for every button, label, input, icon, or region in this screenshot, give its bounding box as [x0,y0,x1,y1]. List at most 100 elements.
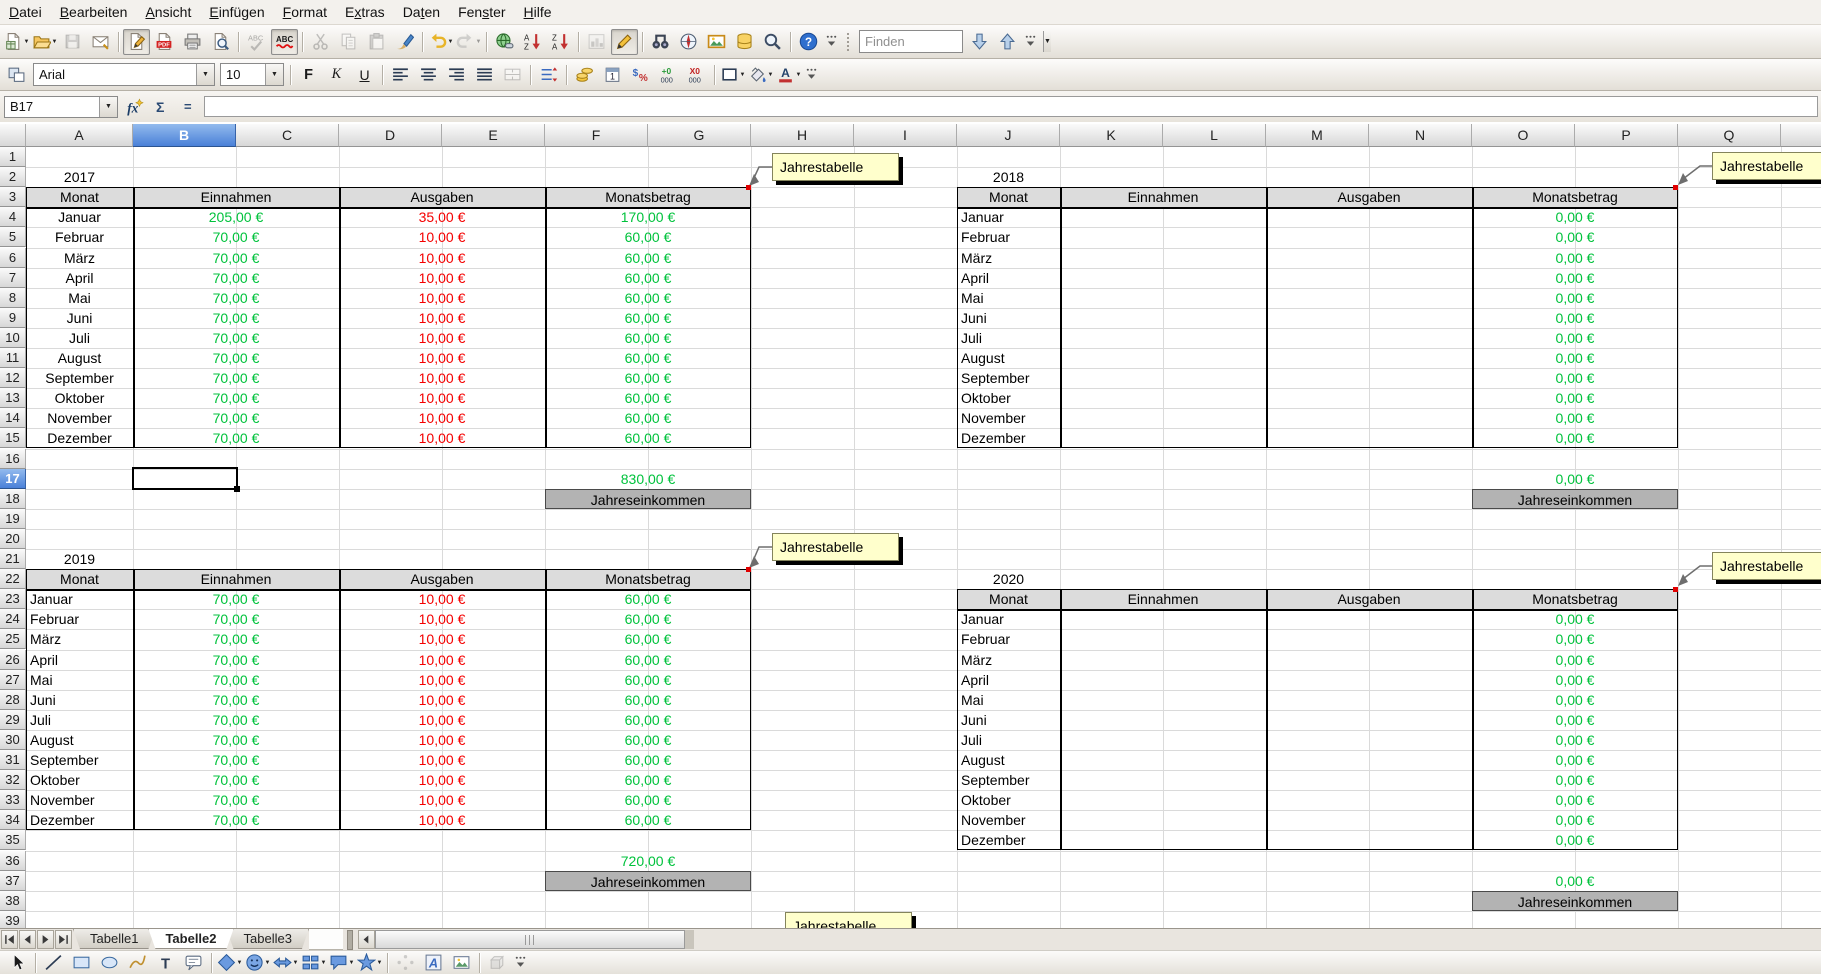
find-combobox[interactable]: ▼ [859,30,963,53]
cell-M13[interactable] [1266,388,1472,408]
add-decimal-place-button[interactable]: +0000 [655,62,682,88]
cell-D26[interactable]: 10,00 € [339,650,545,670]
cell-J15[interactable]: Dezember [957,428,1060,448]
print-button[interactable] [179,29,206,55]
page-preview-button[interactable] [207,29,234,55]
cell-M4[interactable] [1266,207,1472,227]
cell-M26[interactable] [1266,650,1472,670]
cell-B32[interactable]: 70,00 € [133,770,339,790]
cell-M9[interactable] [1266,308,1472,328]
column-header-F[interactable]: F [545,124,648,147]
cell-B34[interactable]: 70,00 € [133,810,339,830]
cell-K8[interactable] [1060,288,1266,308]
cell-K30[interactable] [1060,730,1266,750]
row-header-15[interactable]: 15 [0,428,26,448]
horizontal-scrollbar-track[interactable] [685,930,694,949]
row-header-6[interactable]: 6 [0,248,26,268]
open-button[interactable]: ▼ [31,29,58,55]
row-header-11[interactable]: 11 [0,348,26,368]
cell-M23[interactable]: Ausgaben [1266,589,1472,609]
data-sources-button[interactable] [731,29,758,55]
formula-input-line[interactable] [204,96,1818,117]
find-previous-button[interactable] [994,29,1021,55]
cell-B22[interactable]: Einnahmen [133,569,339,589]
cell-D28[interactable]: 10,00 € [339,690,545,710]
cell-D29[interactable]: 10,00 € [339,710,545,730]
cell-A5[interactable]: Februar [26,227,133,247]
dropdown-arrow-icon[interactable]: ▼ [448,39,454,45]
cell-B29[interactable]: 70,00 € [133,710,339,730]
cell-A13[interactable]: Oktober [26,388,133,408]
cell-J4[interactable]: Januar [957,207,1060,227]
cell-F12[interactable]: 60,00 € [545,368,751,388]
cell-B23[interactable]: 70,00 € [133,589,339,609]
cell-A27[interactable]: Mai [26,670,133,690]
dropdown-arrow-icon[interactable]: ▼ [265,64,283,85]
row-header-38[interactable]: 38 [0,891,26,911]
cell-D24[interactable]: 10,00 € [339,609,545,629]
dropdown-arrow-icon[interactable]: ▼ [377,960,383,966]
menu-extras[interactable]: Extras [336,2,394,22]
column-header-L[interactable]: L [1163,124,1266,147]
function-wizard-button[interactable]: fx [123,96,147,118]
cell-K33[interactable] [1060,790,1266,810]
column-header-H[interactable]: H [751,124,854,147]
insert-from-file-button[interactable] [448,950,475,974]
cell-K29[interactable] [1060,710,1266,730]
cell-D6[interactable]: 10,00 € [339,248,545,268]
cell-F15[interactable]: 60,00 € [545,428,751,448]
cell-O33[interactable]: 0,00 € [1472,790,1678,810]
column-header-A[interactable]: A [26,124,133,147]
cell-A14[interactable]: November [26,408,133,428]
cell-J26[interactable]: März [957,650,1060,670]
dropdown-arrow-icon[interactable]: ▼ [196,64,214,85]
menu-fenster[interactable]: Fenster [449,2,514,22]
dropdown-arrow-icon[interactable]: ▼ [1043,31,1051,52]
tab-scrollbar-splitter[interactable] [347,930,353,950]
ellipse-button[interactable] [96,950,123,974]
dropdown-arrow-icon[interactable]: ▼ [768,72,774,78]
cell-J27[interactable]: April [957,670,1060,690]
cell-M34[interactable] [1266,810,1472,830]
find-next-button[interactable] [966,29,993,55]
cell-O6[interactable]: 0,00 € [1472,248,1678,268]
cell-B13[interactable]: 70,00 € [133,388,339,408]
row-header-34[interactable]: 34 [0,810,26,830]
cell-D11[interactable]: 10,00 € [339,348,545,368]
line-button[interactable] [40,950,67,974]
cell-J23[interactable]: Monat [957,589,1060,609]
cell-A29[interactable]: Juli [26,710,133,730]
cell-J9[interactable]: Juni [957,308,1060,328]
row-header-31[interactable]: 31 [0,750,26,770]
wrap-text-button[interactable] [535,62,562,88]
sheet-tab-tabelle1[interactable]: Tabelle1 [73,929,155,949]
cell-J24[interactable]: Januar [957,609,1060,629]
column-header-B[interactable]: B [133,124,236,147]
cell-O23[interactable]: Monatsbetrag [1472,589,1678,609]
cell-J12[interactable]: September [957,368,1060,388]
cell-M32[interactable] [1266,770,1472,790]
cell-J5[interactable]: Februar [957,227,1060,247]
cell-J25[interactable]: Februar [957,629,1060,649]
block-arrows-button[interactable]: ▼ [272,950,299,974]
cell-A12[interactable]: September [26,368,133,388]
cell-D23[interactable]: 10,00 € [339,589,545,609]
menu-einfgen[interactable]: Einfügen [200,2,273,22]
cell-F34[interactable]: 60,00 € [545,810,751,830]
cell-O34[interactable]: 0,00 € [1472,810,1678,830]
row-header-20[interactable]: 20 [0,529,26,549]
cell-B24[interactable]: 70,00 € [133,609,339,629]
cell-cursor-B17[interactable] [132,467,238,490]
column-header-Q[interactable]: Q [1678,124,1781,147]
cell-D9[interactable]: 10,00 € [339,308,545,328]
callouts-button[interactable]: ▼ [328,950,355,974]
cell-K4[interactable] [1060,207,1266,227]
comment-note[interactable]: Jahrestabelle [785,912,912,928]
cell-D15[interactable]: 10,00 € [339,428,545,448]
callout-button[interactable] [180,950,207,974]
cell-B8[interactable]: 70,00 € [133,288,339,308]
cell-F26[interactable]: 60,00 € [545,650,751,670]
symbol-shapes-button[interactable]: ▼ [244,950,271,974]
cell-K13[interactable] [1060,388,1266,408]
cell-F23[interactable]: 60,00 € [545,589,751,609]
